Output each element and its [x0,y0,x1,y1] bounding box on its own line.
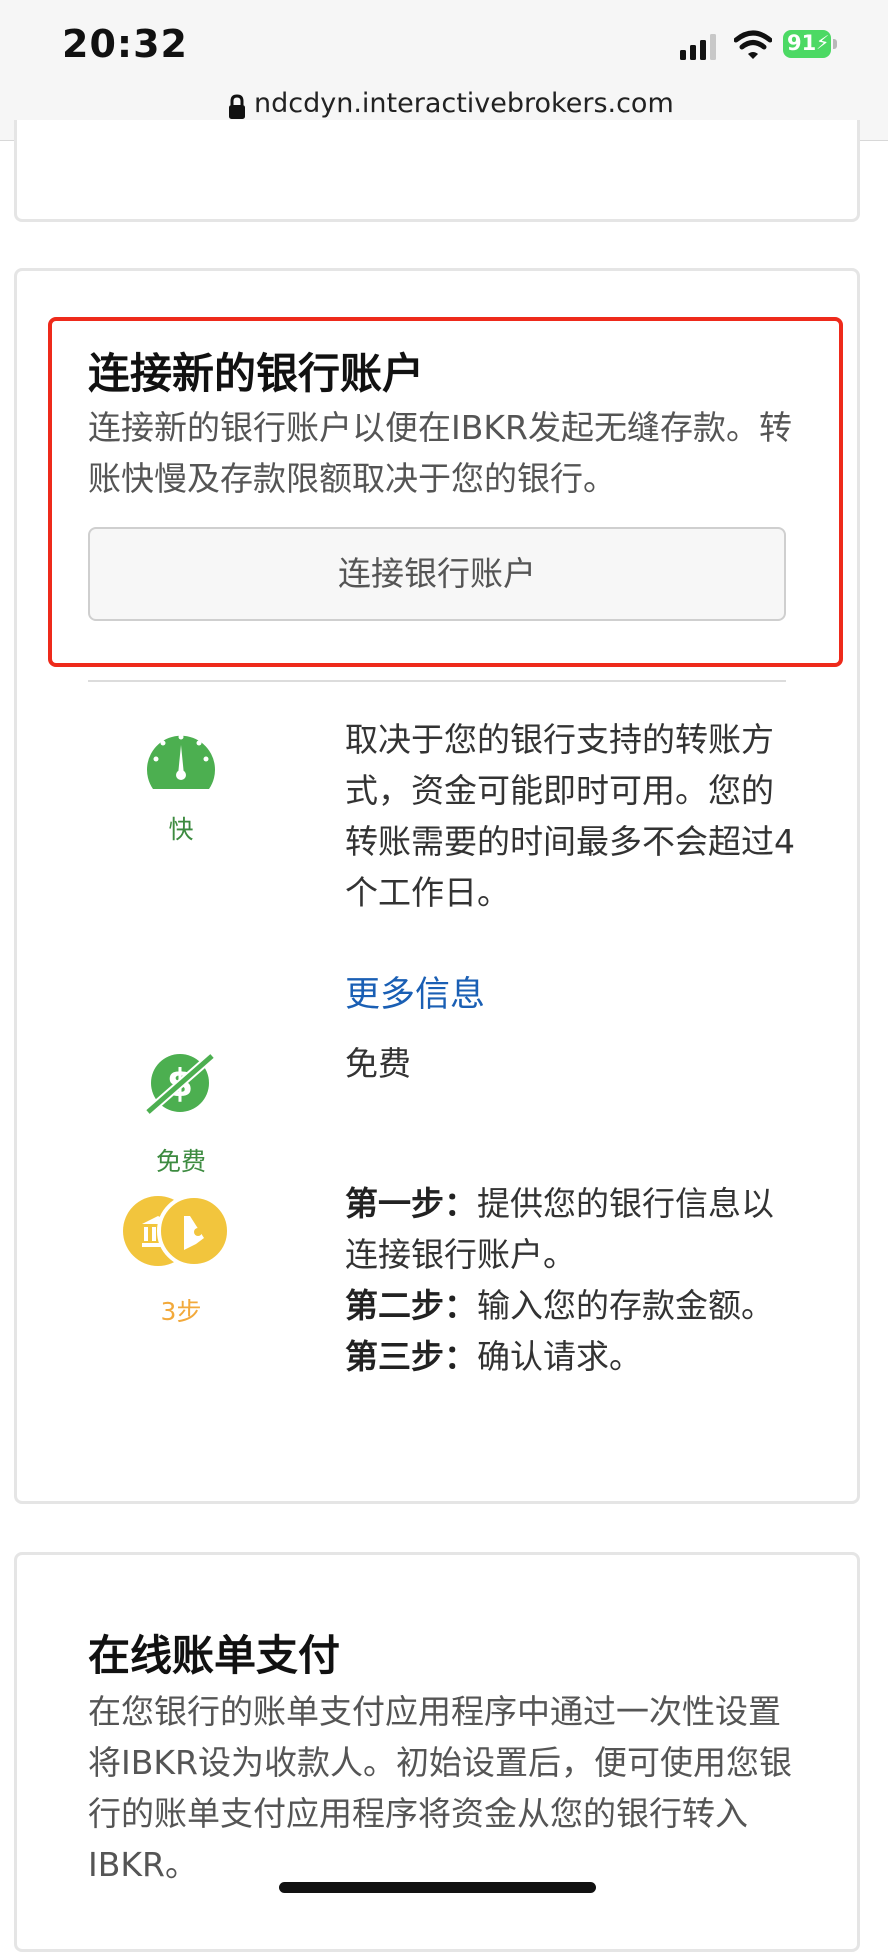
speedometer-icon [147,734,215,789]
step-2-text: 输入您的存款金额。 [477,1286,774,1325]
steps-list: 第一步：提供您的银行信息以连接银行账户。 第二步：输入您的存款金额。 第三步：确… [345,1178,795,1382]
battery-icon: 91 ⚡ [783,30,839,58]
no-fee-icon: $ [145,1052,215,1116]
divider [88,680,786,682]
home-indicator[interactable] [279,1882,596,1893]
battery-percent: 91 [787,31,817,55]
bill-pay-description: 在您银行的账单支付应用程序中通过一次性设置将IBKR设为收款人。初始设置后，便可… [88,1692,792,1884]
charging-bolt-icon: ⚡ [816,32,830,54]
step-3-text: 确认请求。 [477,1337,642,1376]
connect-bank-button[interactable]: 连接银行账户 [88,527,786,621]
section-title: 连接新的银行账户 [88,349,425,398]
lock-icon [229,94,245,119]
fee-description: 免费 [345,1044,411,1083]
wifi-icon [734,30,772,59]
more-info-link[interactable]: 更多信息 [345,966,485,1017]
bill-pay-title: 在线账单支付 [88,1631,341,1680]
step-2: 第二步：输入您的存款金额。 [345,1280,795,1331]
steps-icon [123,1194,230,1268]
url-text[interactable]: ndcdyn.interactivebrokers.com [254,88,674,119]
status-time: 20:32 [62,22,188,66]
free-label: 免费 [155,1147,206,1176]
step-3-label: 第三步： [345,1337,477,1376]
section-description: 连接新的银行账户以便在IBKR发起无缝存款。转账快慢及存款限额取决于您的银行。 [88,408,792,498]
step-2-label: 第二步： [345,1286,477,1325]
speed-label: 快 [168,815,194,844]
step-3: 第三步：确认请求。 [345,1331,795,1382]
cellular-signal-icon [680,34,716,60]
previous-option-card [14,120,860,222]
step-1: 第一步：提供您的银行信息以连接银行账户。 [345,1178,795,1280]
step-1-label: 第一步： [345,1184,477,1223]
status-bar: 20:32 91 ⚡ [0,0,888,90]
speed-description: 取决于您的银行支持的转账方式，资金可能即时可用。您的转账需要的时间最多不会超过4… [345,720,795,912]
steps-label: 3步 [160,1297,202,1326]
